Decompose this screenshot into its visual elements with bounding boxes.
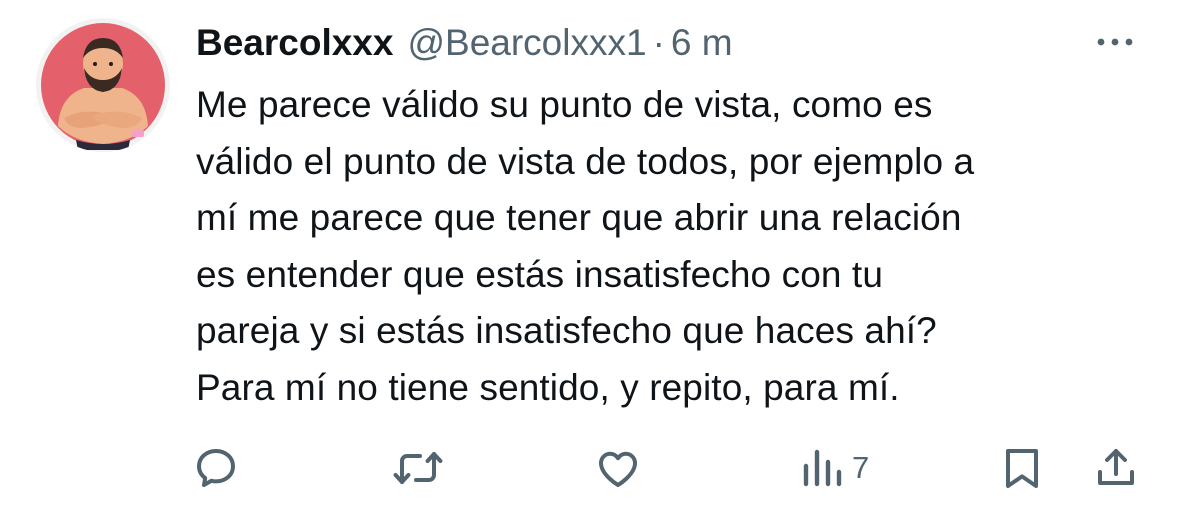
tweet-text-line: Para mí no tiene sentido, y repito, para… [196, 366, 900, 408]
like-button[interactable] [594, 436, 642, 500]
author-name[interactable]: Bearcolxxx [196, 18, 393, 68]
tweet-text-line: válido el punto de vista de todos, por e… [196, 140, 975, 182]
reply-button[interactable] [192, 436, 240, 500]
tweet-text-line: Me parece válido su punto de vista, como… [196, 84, 933, 125]
tweet-text: Me parece válido su punto de vista, como… [196, 77, 1156, 416]
views-button[interactable]: 7 [800, 436, 869, 500]
tweet-timestamp[interactable]: 6 m [671, 18, 733, 68]
tweet-text-line: mí me parece que tener que abrir una rel… [196, 197, 962, 238]
bookmark-icon [1006, 449, 1038, 488]
share-button[interactable] [1092, 436, 1140, 500]
views-count: 7 [852, 450, 870, 485]
avatar[interactable] [36, 18, 170, 152]
author-handle[interactable]: @Bearcolxxx1 [407, 18, 646, 68]
retweet-icon [393, 452, 443, 484]
tweet-header: Bearcolxxx @Bearcolxxx1 · 6 m [196, 18, 733, 68]
avatar-illustration [41, 23, 165, 150]
tweet-text-line: es entender que estás insatisfecho con t… [196, 253, 883, 295]
heart-icon [599, 451, 637, 487]
tweet[interactable]: Bearcolxxx @Bearcolxxx1 · 6 m Me parece … [0, 0, 1178, 519]
tweet-text-line: pareja y si estás insatisfecho que haces… [196, 310, 937, 351]
tweet-actions: 7 [0, 436, 1178, 500]
reply-icon [197, 449, 235, 487]
bookmark-button[interactable] [998, 436, 1046, 500]
views-chart-icon [803, 449, 842, 487]
header-separator: · [652, 22, 665, 63]
retweet-button[interactable] [392, 436, 444, 500]
share-icon [1098, 449, 1134, 485]
more-horizontal-icon[interactable] [1090, 24, 1140, 60]
